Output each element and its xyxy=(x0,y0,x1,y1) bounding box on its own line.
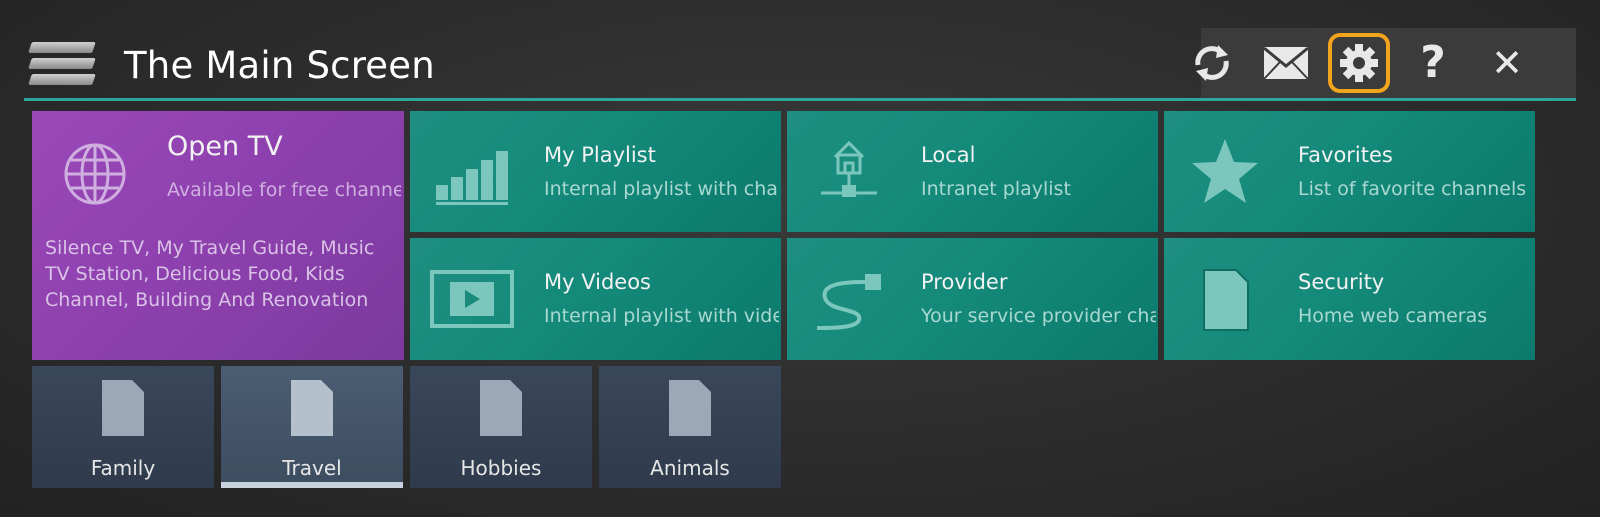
tile-subtitle: Internal playlist with videos xyxy=(544,305,779,327)
tile-title: My Videos xyxy=(544,270,651,294)
help-icon: ? xyxy=(1420,37,1446,88)
category-label: Hobbies xyxy=(460,456,542,480)
document-icon xyxy=(480,380,522,436)
tile-subtitle: Available for free channels xyxy=(167,179,401,201)
tile-subtitle: Home web cameras xyxy=(1298,305,1488,327)
page-title: The Main Screen xyxy=(124,44,435,87)
tile-title: Security xyxy=(1298,270,1385,294)
tile-title: Provider xyxy=(921,270,1008,294)
tile-my-playlist[interactable]: My Playlist Internal playlist with chann… xyxy=(410,111,781,232)
tile-title: Favorites xyxy=(1298,143,1393,167)
star-icon xyxy=(1190,137,1260,209)
tile-title: Open TV xyxy=(167,131,283,162)
tile-description: Silence TV, My Travel Guide, Music TV St… xyxy=(45,237,375,311)
tile-security[interactable]: Security Home web cameras xyxy=(1164,238,1535,360)
settings-highlight xyxy=(1328,33,1390,93)
category-family[interactable]: Family xyxy=(32,366,214,488)
tile-subtitle: Internal playlist with channels xyxy=(544,178,779,200)
category-label: Family xyxy=(90,456,156,480)
tile-subtitle: Your service provider channels xyxy=(921,305,1156,327)
tile-local[interactable]: Local Intranet playlist xyxy=(787,111,1158,232)
close-icon: ✕ xyxy=(1491,41,1523,85)
category-hobbies[interactable]: Hobbies xyxy=(410,366,592,488)
document-icon xyxy=(669,380,711,436)
tile-subtitle: Intranet playlist xyxy=(921,178,1071,200)
bar-chart-icon xyxy=(436,147,510,209)
tile-title: Local xyxy=(921,143,976,167)
tile-open-tv[interactable]: Open TV Available for free channels Sile… xyxy=(32,111,404,360)
tile-title: My Playlist xyxy=(544,143,656,167)
category-animals[interactable]: Animals xyxy=(599,366,781,488)
tile-my-videos[interactable]: My Videos Internal playlist with videos xyxy=(410,238,781,360)
header-divider xyxy=(24,98,1576,101)
globe-icon xyxy=(62,141,128,211)
active-indicator xyxy=(221,482,403,488)
home-network-icon xyxy=(817,135,881,209)
tile-favorites[interactable]: Favorites List of favorite channels xyxy=(1164,111,1535,232)
document-icon xyxy=(102,380,144,436)
refresh-button[interactable] xyxy=(1176,28,1248,98)
category-label: Animals xyxy=(650,456,730,480)
tile-subtitle: List of favorite channels xyxy=(1298,178,1527,200)
tile-provider[interactable]: Provider Your service provider channels xyxy=(787,238,1158,360)
document-icon xyxy=(1202,268,1250,336)
refresh-icon xyxy=(1195,45,1229,81)
video-icon xyxy=(430,270,514,332)
mail-icon xyxy=(1263,46,1309,80)
mail-button[interactable] xyxy=(1250,28,1322,98)
category-label: Travel xyxy=(282,456,342,480)
close-button[interactable]: ✕ xyxy=(1471,28,1543,98)
document-icon xyxy=(291,380,333,436)
category-travel[interactable]: Travel xyxy=(221,366,403,488)
menu-icon[interactable] xyxy=(28,42,96,86)
cable-icon xyxy=(813,270,885,338)
help-button[interactable]: ? xyxy=(1397,28,1469,98)
